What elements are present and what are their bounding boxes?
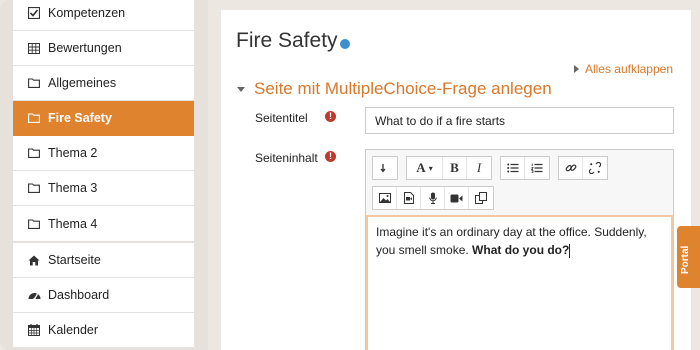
sidebar-item-fire-safety[interactable]: Fire Safety: [13, 101, 194, 136]
link-icon[interactable]: [559, 157, 583, 179]
unlink-icon[interactable]: [583, 157, 607, 179]
media-icon[interactable]: [397, 187, 421, 209]
course-nav: Kompetenzen Bewertungen Allgemeines Fire…: [13, 0, 194, 241]
title-input[interactable]: What to do if a fire starts: [365, 107, 674, 134]
folder-icon: [27, 217, 41, 231]
sidebar-item-bewertungen[interactable]: Bewertungen: [13, 31, 194, 66]
title-field-label: Seitentitel: [255, 111, 308, 125]
required-icon: !: [325, 151, 336, 162]
toolbar-group: [372, 156, 398, 180]
section-header[interactable]: Seite mit MultipleChoice-Frage anlegen: [237, 79, 552, 99]
sidebar-item-label: Thema 2: [48, 146, 98, 160]
content-field-label: Seiteninhalt: [255, 151, 318, 165]
toolbar-group: [500, 156, 550, 180]
sidebar-item-thema-4[interactable]: Thema 4: [13, 206, 194, 241]
paragraph-style-icon[interactable]: A ▾: [407, 157, 443, 179]
sidebar: Kompetenzen Bewertungen Allgemeines Fire…: [0, 0, 208, 350]
expand-all-label: Alles aufklappen: [584, 62, 673, 76]
check-square-icon: [27, 6, 41, 20]
page-title: Fire Safety: [236, 29, 350, 53]
show-more-buttons-icon[interactable]: [373, 157, 397, 179]
calendar-icon: [27, 323, 41, 337]
editor-content-area[interactable]: Imagine it's an ordinary day at the offi…: [366, 215, 673, 350]
dashboard-icon: [27, 288, 41, 302]
expand-all-link[interactable]: Alles aufklappen: [573, 62, 673, 76]
sidebar-item-label: Dashboard: [48, 288, 110, 302]
main-content: Fire Safety Alles aufklappen Seite mit M…: [221, 10, 691, 350]
microphone-icon[interactable]: [421, 187, 445, 209]
editor-toolbar-row-1: A ▾ B I: [372, 156, 616, 180]
folder-icon: [27, 76, 41, 90]
folder-icon: [27, 146, 41, 160]
toolbar-group: [372, 186, 494, 210]
rich-text-editor: A ▾ B I Imagine it's an ordinary day at …: [365, 149, 674, 350]
ordered-list-icon[interactable]: [525, 157, 549, 179]
sidebar-item-label: Thema 4: [48, 216, 98, 231]
video-icon[interactable]: [445, 187, 469, 209]
portal-tab-label: Portal: [680, 245, 691, 274]
sidebar-item-kompetenzen[interactable]: Kompetenzen: [13, 0, 194, 31]
app-frame: Kompetenzen Bewertungen Allgemeines Fire…: [0, 0, 700, 350]
editor-toolbar-row-2: [372, 186, 502, 210]
site-nav: Startseite Dashboard Kalender: [13, 243, 194, 348]
toolbar-group: A ▾ B I: [406, 156, 492, 180]
sidebar-item-dashboard[interactable]: Dashboard: [13, 278, 194, 313]
folder-icon: [27, 181, 41, 195]
toolbar-group: [558, 156, 608, 180]
bold-icon[interactable]: B: [443, 157, 467, 179]
sidebar-item-label: Kalender: [48, 323, 99, 337]
sidebar-item-label: Bewertungen: [48, 41, 122, 55]
sidebar-item-kalender[interactable]: Kalender: [13, 313, 194, 348]
portal-tab[interactable]: Portal: [677, 226, 700, 288]
required-icon: !: [325, 111, 336, 122]
help-icon[interactable]: [339, 39, 350, 49]
unordered-list-icon[interactable]: [501, 157, 525, 179]
sidebar-item-startseite[interactable]: Startseite: [13, 243, 194, 278]
image-icon[interactable]: [373, 187, 397, 209]
sidebar-item-thema-2[interactable]: Thema 2: [13, 136, 194, 171]
caret-down-icon: [237, 86, 245, 92]
sidebar-item-label: Fire Safety: [48, 111, 112, 125]
sidebar-item-allgemeines[interactable]: Allgemeines: [13, 66, 194, 101]
folder-icon: [27, 111, 41, 125]
manage-files-icon[interactable]: [469, 187, 493, 209]
sidebar-item-label: Startseite: [48, 253, 101, 267]
page-title-text: Fire Safety: [236, 29, 338, 52]
table-icon: [27, 41, 41, 55]
text-cursor: [569, 243, 571, 258]
home-icon: [27, 253, 41, 267]
editor-bold-text: What do you do?: [472, 243, 570, 257]
sidebar-item-label: Thema 3: [48, 181, 98, 195]
section-title: Seite mit MultipleChoice-Frage anlegen: [254, 79, 552, 98]
italic-icon[interactable]: I: [467, 157, 491, 179]
sidebar-item-label: Allgemeines: [48, 76, 117, 90]
caret-right-icon: [573, 65, 579, 73]
sidebar-item-label: Kompetenzen: [48, 6, 126, 20]
sidebar-item-thema-3[interactable]: Thema 3: [13, 171, 194, 206]
